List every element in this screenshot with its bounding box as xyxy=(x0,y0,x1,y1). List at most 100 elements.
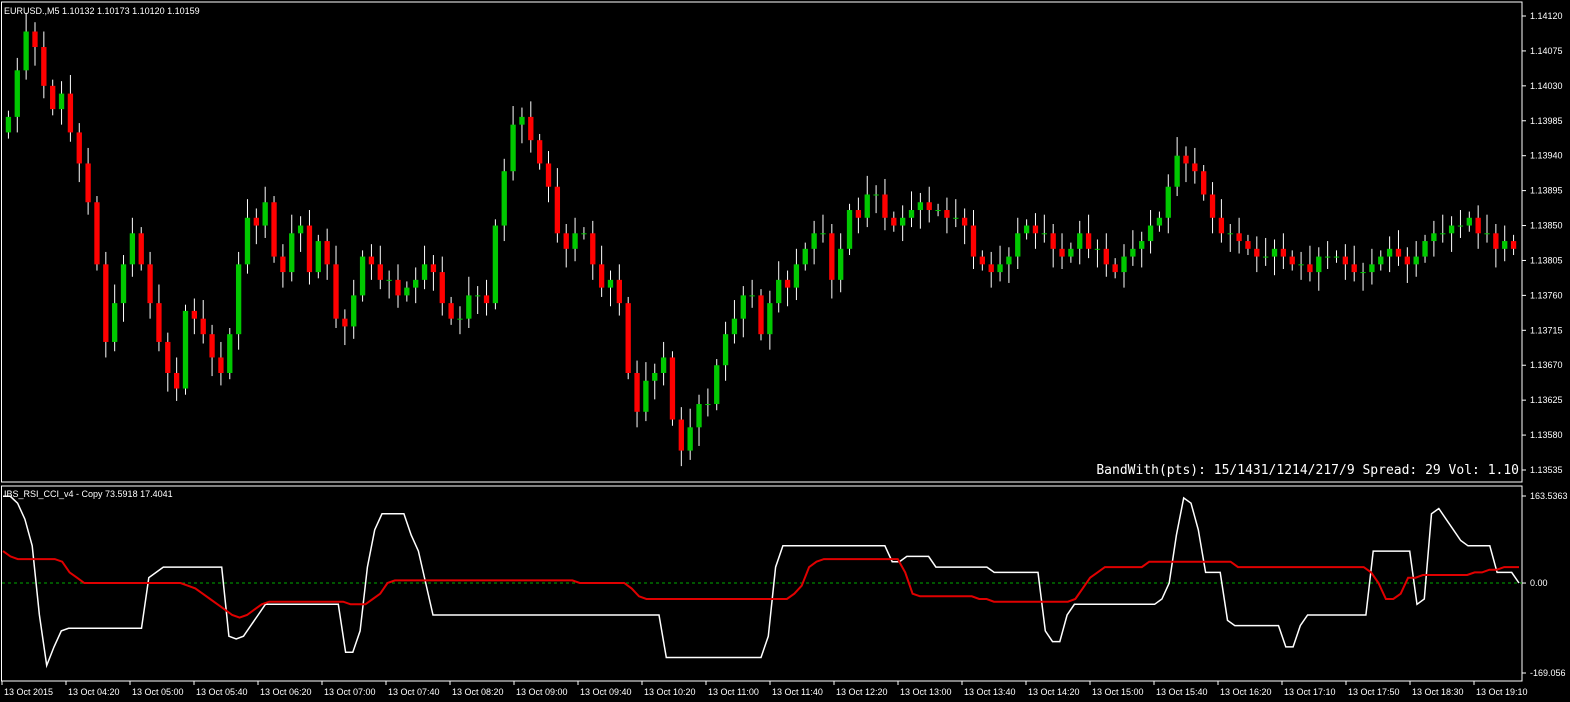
candle-body[interactable] xyxy=(76,132,82,164)
candle-body[interactable] xyxy=(1440,233,1446,235)
candle-body[interactable] xyxy=(1227,233,1233,235)
candle-body[interactable] xyxy=(120,264,127,304)
candle-body[interactable] xyxy=(1112,264,1118,273)
candle-body[interactable] xyxy=(793,264,800,288)
candle-body[interactable] xyxy=(41,47,47,86)
candle-body[interactable] xyxy=(173,372,180,389)
candle-body[interactable] xyxy=(1360,272,1366,274)
candle-body[interactable] xyxy=(1156,217,1163,226)
candle-body[interactable] xyxy=(1448,225,1455,234)
candle-body[interactable] xyxy=(156,303,162,342)
candle-body[interactable] xyxy=(466,295,472,319)
candle-body[interactable] xyxy=(138,233,144,265)
candle-body[interactable] xyxy=(1280,248,1287,257)
candle-body[interactable] xyxy=(917,202,924,211)
candle-body[interactable] xyxy=(359,256,366,296)
candle-body[interactable] xyxy=(23,31,29,71)
candle-body[interactable] xyxy=(1077,233,1083,249)
candle-body[interactable] xyxy=(970,225,977,257)
candle-body[interactable] xyxy=(1085,233,1092,249)
candle-body[interactable] xyxy=(616,279,622,304)
candle-body[interactable] xyxy=(448,303,454,319)
candle-body[interactable] xyxy=(342,318,348,327)
candle-body[interactable] xyxy=(1254,248,1260,257)
candle-body[interactable] xyxy=(776,279,782,304)
candle-body[interactable] xyxy=(129,233,136,265)
candle-body[interactable] xyxy=(386,279,392,281)
candle-body[interactable] xyxy=(191,310,198,319)
candle-body[interactable] xyxy=(802,248,808,265)
candle-body[interactable] xyxy=(997,264,1003,273)
candle-body[interactable] xyxy=(767,303,773,335)
candle-body[interactable] xyxy=(1457,225,1464,227)
candle-body[interactable] xyxy=(404,287,410,296)
candle-body[interactable] xyxy=(1130,248,1136,257)
candle-body[interactable] xyxy=(944,210,950,218)
candle-body[interactable] xyxy=(1493,233,1499,249)
candle-body[interactable] xyxy=(94,202,100,265)
candle-body[interactable] xyxy=(731,318,738,335)
candle-body[interactable] xyxy=(598,264,605,288)
candle-body[interactable] xyxy=(590,233,596,265)
candle-body[interactable] xyxy=(625,303,631,373)
candle-body[interactable] xyxy=(979,256,986,265)
candle-body[interactable] xyxy=(988,264,994,273)
candle-body[interactable] xyxy=(1245,241,1251,249)
candle-body[interactable] xyxy=(297,225,304,234)
candle-body[interactable] xyxy=(838,248,844,280)
candle-body[interactable] xyxy=(811,233,817,249)
candle-body[interactable] xyxy=(643,380,649,412)
candle-body[interactable] xyxy=(324,241,330,265)
candle-body[interactable] xyxy=(1333,256,1340,258)
candle-body[interactable] xyxy=(714,365,720,405)
candle-body[interactable] xyxy=(1378,256,1384,265)
candle-body[interactable] xyxy=(1201,171,1207,195)
candle-body[interactable] xyxy=(1502,241,1508,249)
candle-body[interactable] xyxy=(1431,233,1437,242)
candle-body[interactable] xyxy=(147,264,153,304)
candle-body[interactable] xyxy=(660,357,667,373)
candle-body[interactable] xyxy=(1263,256,1269,258)
candle-body[interactable] xyxy=(395,279,401,296)
candle-body[interactable] xyxy=(1404,256,1410,265)
candle-body[interactable] xyxy=(430,264,437,273)
candle-body[interactable] xyxy=(50,85,56,110)
candle-body[interactable] xyxy=(961,217,968,226)
candle-body[interactable] xyxy=(1386,248,1393,257)
candle-body[interactable] xyxy=(1324,256,1331,258)
candle-body[interactable] xyxy=(846,210,853,249)
candle-body[interactable] xyxy=(891,217,897,226)
candle-body[interactable] xyxy=(1147,225,1154,242)
candle-body[interactable] xyxy=(32,31,38,48)
candle-body[interactable] xyxy=(1192,163,1198,172)
candle-body[interactable] xyxy=(953,217,959,219)
candle-body[interactable] xyxy=(652,372,658,381)
candle-body[interactable] xyxy=(696,404,702,428)
candle-body[interactable] xyxy=(14,70,20,117)
candle-body[interactable] xyxy=(1209,194,1216,218)
candle-body[interactable] xyxy=(501,171,507,226)
candle-body[interactable] xyxy=(722,334,729,366)
candle-body[interactable] xyxy=(1395,248,1402,257)
candle-body[interactable] xyxy=(687,427,693,451)
candle-body[interactable] xyxy=(67,93,74,133)
candle-body[interactable] xyxy=(607,279,614,288)
candle-body[interactable] xyxy=(483,295,490,304)
candle-body[interactable] xyxy=(1050,233,1056,249)
candle-body[interactable] xyxy=(758,295,764,335)
candle-body[interactable] xyxy=(820,233,826,235)
candle-body[interactable] xyxy=(244,217,251,265)
candle-body[interactable] xyxy=(475,295,481,297)
candle-body[interactable] xyxy=(581,233,587,235)
candle-body[interactable] xyxy=(253,217,259,226)
candle-body[interactable] xyxy=(280,256,286,273)
candle-body[interactable] xyxy=(1484,233,1490,235)
candle-body[interactable] xyxy=(218,357,224,373)
candle-body[interactable] xyxy=(5,116,12,133)
candle-body[interactable] xyxy=(492,225,499,304)
candle-body[interactable] xyxy=(572,233,578,249)
candle-body[interactable] xyxy=(289,233,295,273)
candle-body[interactable] xyxy=(873,194,879,196)
candle-body[interactable] xyxy=(1466,217,1472,226)
candle-body[interactable] xyxy=(1103,248,1109,265)
